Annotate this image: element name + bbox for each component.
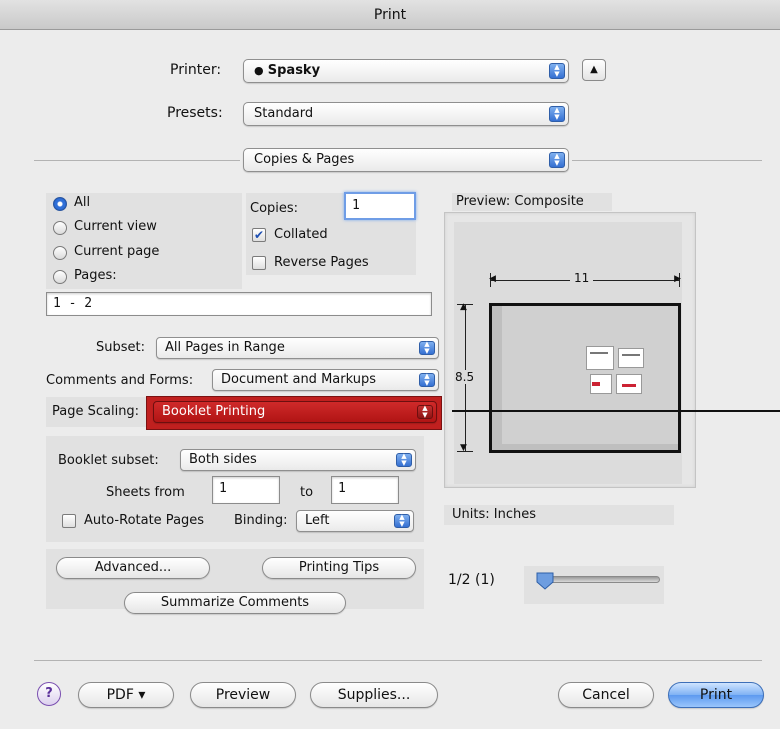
printing-tips-button[interactable]: Printing Tips	[262, 557, 416, 579]
reverse-pages-label: Reverse Pages	[274, 255, 369, 270]
reverse-pages-checkbox[interactable]	[252, 256, 266, 270]
arrow-down-icon: ▼	[460, 443, 467, 453]
height-label: 8.5	[455, 370, 475, 384]
auto-rotate-checkbox[interactable]	[62, 514, 76, 528]
page-scaling-label: Page Scaling:	[52, 404, 140, 419]
binding-value: Left	[305, 513, 330, 528]
comments-value: Document and Markups	[221, 372, 376, 387]
collated-checkbox[interactable]: ✔	[252, 228, 266, 242]
bottom-divider	[34, 660, 762, 661]
divider-right	[572, 160, 762, 161]
section-value: Copies & Pages	[254, 152, 355, 167]
advanced-button[interactable]: Advanced...	[56, 557, 210, 579]
subset-label: Subset:	[96, 340, 145, 355]
arrow-left-icon: ◀	[489, 274, 496, 284]
booklet-subset-label: Booklet subset:	[58, 453, 159, 468]
preview-header: Preview: Composite	[456, 194, 584, 209]
to-label: to	[300, 485, 314, 500]
page-slider-track[interactable]	[538, 576, 660, 583]
sheets-from-input[interactable]: 1	[212, 476, 280, 504]
checkmark-icon: ✔	[253, 228, 265, 242]
presets-value: Standard	[254, 106, 314, 121]
window-title: Print	[0, 0, 780, 30]
radio-current-page-label: Current page	[74, 244, 160, 259]
printer-popup[interactable]: ● Spasky ▲ ▼	[243, 59, 569, 83]
preview-page	[489, 303, 681, 453]
stepper-icon: ▲ ▼	[396, 453, 412, 467]
section-popup[interactable]: Copies & Pages ▲ ▼	[243, 148, 569, 172]
booklet-subset-value: Both sides	[189, 452, 257, 467]
booklet-subset-popup[interactable]: Both sides ▲ ▼	[180, 449, 416, 471]
radio-current-view[interactable]	[53, 221, 67, 235]
subset-value: All Pages in Range	[165, 340, 285, 355]
scaling-guide-line	[452, 410, 780, 412]
radio-all[interactable]	[53, 197, 67, 211]
pdf-button[interactable]: PDF ▾	[78, 682, 174, 708]
divider-left	[34, 160, 240, 161]
stepper-icon: ▲ ▼	[394, 514, 410, 528]
preview-button[interactable]: Preview	[190, 682, 296, 708]
sheets-to-input[interactable]: 1	[331, 476, 399, 504]
page-slider-thumb[interactable]	[536, 572, 554, 590]
summarize-comments-button[interactable]: Summarize Comments	[124, 592, 346, 614]
printer-status-icon: ●	[254, 64, 264, 77]
radio-pages-label: Pages:	[74, 268, 117, 283]
arrow-right-icon: ▶	[674, 274, 681, 284]
triangle-up-icon: ▲	[590, 64, 598, 75]
auto-rotate-label: Auto-Rotate Pages	[84, 513, 205, 528]
printer-label: Printer:	[170, 62, 222, 78]
stepper-icon: ▲ ▼	[417, 405, 433, 419]
arrow-up-icon: ▲	[460, 302, 467, 312]
width-dimension: ◀ ▶ 11	[489, 271, 681, 287]
stepper-icon: ▲ ▼	[419, 341, 435, 355]
stepper-icon: ▲ ▼	[549, 63, 565, 79]
disclosure-collapse-button[interactable]: ▲	[582, 59, 606, 81]
copies-input[interactable]: 1	[344, 192, 416, 220]
page-scaling-value: Booklet Printing	[162, 404, 266, 419]
page-indicator: 1/2 (1)	[448, 572, 495, 588]
copies-label: Copies:	[250, 201, 299, 216]
stepper-icon: ▲ ▼	[419, 373, 435, 387]
preview-thumbnail	[586, 346, 646, 398]
presets-label: Presets:	[167, 105, 223, 121]
radio-pages[interactable]	[53, 270, 67, 284]
presets-popup[interactable]: Standard ▲ ▼	[243, 102, 569, 126]
binding-popup[interactable]: Left ▲ ▼	[296, 510, 414, 532]
width-label: 11	[570, 271, 594, 285]
stepper-icon: ▲ ▼	[549, 106, 565, 122]
printer-value: Spasky	[267, 63, 321, 78]
units-label: Units: Inches	[452, 507, 536, 522]
cancel-button[interactable]: Cancel	[558, 682, 654, 708]
page-scaling-popup[interactable]: Booklet Printing ▲ ▼	[153, 401, 437, 423]
comments-popup[interactable]: Document and Markups ▲ ▼	[212, 369, 439, 391]
radio-current-view-label: Current view	[74, 219, 157, 234]
binding-label: Binding:	[234, 513, 288, 528]
radio-current-page[interactable]	[53, 246, 67, 260]
help-button[interactable]: ?	[37, 682, 61, 706]
subset-popup[interactable]: All Pages in Range ▲ ▼	[156, 337, 439, 359]
stepper-icon: ▲ ▼	[549, 152, 565, 168]
supplies-button[interactable]: Supplies...	[310, 682, 438, 708]
pages-range-input[interactable]: 1 - 2	[46, 292, 432, 316]
collated-label: Collated	[274, 227, 328, 242]
radio-all-label: All	[74, 195, 91, 210]
comments-label: Comments and Forms:	[46, 373, 194, 388]
print-button[interactable]: Print	[668, 682, 764, 708]
sheets-from-label: Sheets from	[106, 485, 185, 500]
